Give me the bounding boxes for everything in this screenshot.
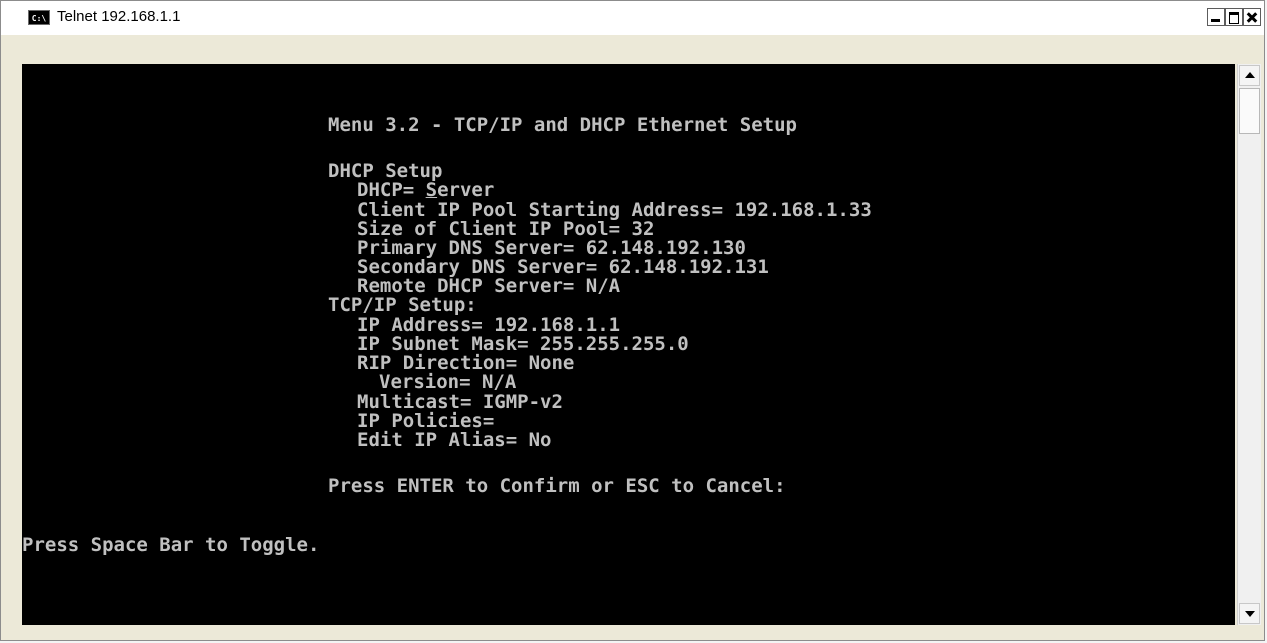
- rip-version: Version= N/A: [379, 371, 517, 393]
- scroll-up-arrow-icon[interactable]: [1239, 65, 1260, 86]
- dhcp-value-rest: erver: [437, 179, 495, 201]
- window-title: Telnet 192.168.1.1: [57, 8, 181, 25]
- tcpip-setup-header: TCP/IP Setup:: [328, 294, 477, 316]
- dhcp-field[interactable]: DHCP= Server: [357, 181, 494, 200]
- menu-title: Menu 3.2 - TCP/IP and DHCP Ethernet Setu…: [328, 114, 797, 136]
- dhcp-value-cursor[interactable]: S: [426, 179, 437, 201]
- scroll-down-arrow-icon[interactable]: [1239, 603, 1260, 624]
- console-area[interactable]: Menu 3.2 - TCP/IP and DHCP Ethernet Setu…: [22, 64, 1235, 625]
- console-app-icon[interactable]: C:\: [28, 10, 50, 25]
- edit-ip-alias: Edit IP Alias= No: [357, 429, 552, 451]
- vertical-scrollbar[interactable]: [1237, 64, 1261, 625]
- close-button[interactable]: [1243, 8, 1261, 26]
- toggle-hint: Press Space Bar to Toggle.: [22, 534, 320, 556]
- dhcp-label: DHCP=: [357, 179, 426, 201]
- minimize-button[interactable]: [1207, 8, 1225, 26]
- scrollbar-thumb[interactable]: [1239, 88, 1260, 134]
- confirm-prompt: Press ENTER to Confirm or ESC to Cancel:: [328, 475, 786, 497]
- maximize-button[interactable]: [1225, 8, 1243, 26]
- title-bar[interactable]: C:\ Telnet 192.168.1.1: [1, 1, 1264, 35]
